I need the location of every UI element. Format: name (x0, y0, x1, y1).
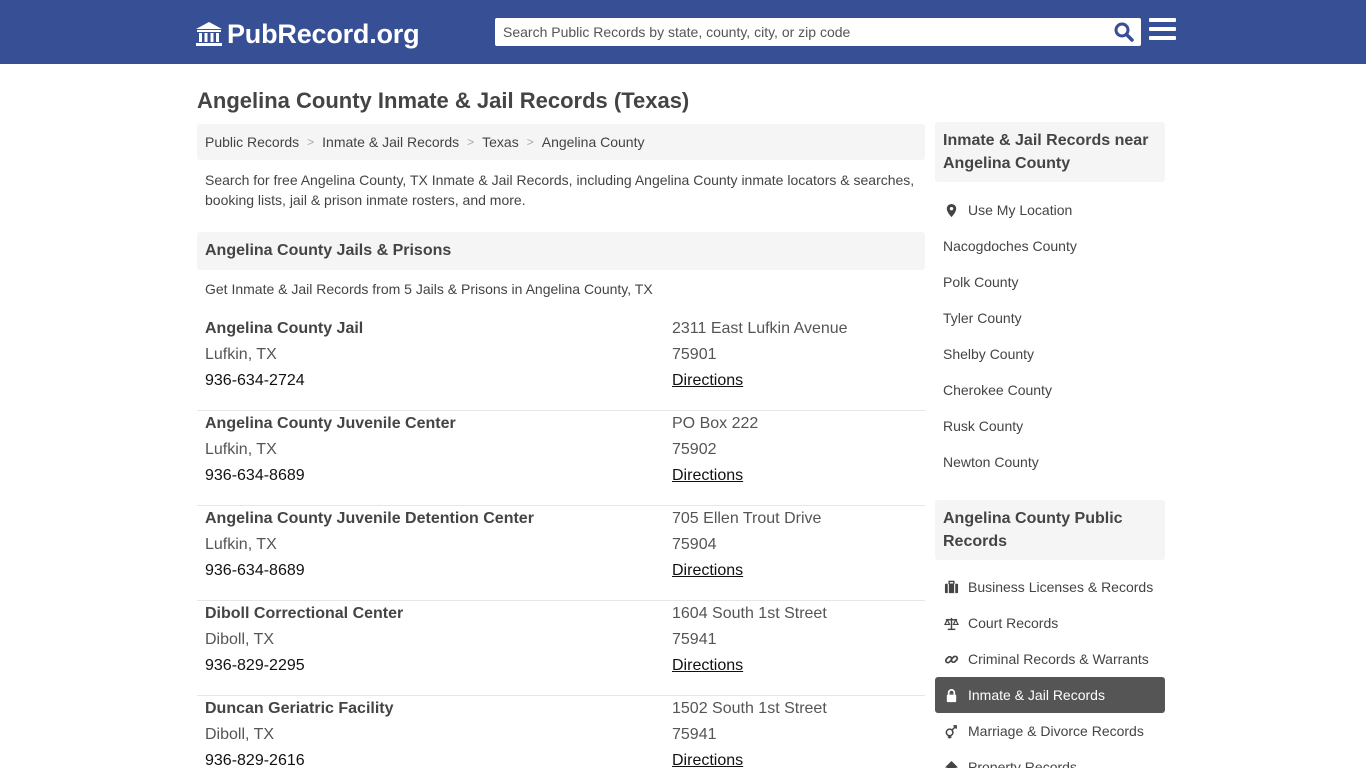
facility-name: Duncan Geriatric Facility (205, 700, 394, 717)
lock-icon (943, 687, 960, 704)
sidebar-item-marriage-divorce[interactable]: Marriage & Divorce Records (935, 713, 1165, 749)
home-icon (943, 759, 960, 768)
sidebar-item-label: Business Licenses & Records (968, 579, 1154, 595)
directions-link[interactable]: Directions (672, 562, 743, 579)
briefcase-icon (943, 579, 960, 596)
section-subtitle: Get Inmate & Jail Records from 5 Jails &… (205, 281, 653, 297)
facility-item: Angelina County Juvenile Detention Cente… (197, 506, 925, 601)
search-input[interactable] (495, 19, 1107, 45)
facility-item: Duncan Geriatric Facility Diboll, TX 936… (197, 696, 925, 768)
facility-name: Angelina County Juvenile Detention Cente… (205, 510, 534, 527)
map-marker-icon (943, 202, 960, 219)
sidebar-item-label: Inmate & Jail Records (968, 687, 1105, 703)
sidebar-item-label: Court Records (968, 615, 1059, 631)
courthouse-icon (196, 22, 222, 46)
directions-link[interactable]: Directions (672, 372, 743, 389)
facility-item: Angelina County Jail Lufkin, TX 936-634-… (197, 316, 925, 411)
use-my-location-button[interactable]: Use My Location (935, 192, 1165, 228)
facility-city: Diboll, TX (205, 726, 275, 743)
facility-address: PO Box 222 (672, 415, 759, 432)
sidebar-item-criminal-records[interactable]: Criminal Records & Warrants (935, 641, 1165, 677)
nearby-county-link[interactable]: Rusk County (935, 408, 1165, 444)
facility-item: Angelina County Juvenile Center Lufkin, … (197, 411, 925, 506)
facility-item: Diboll Correctional Center Diboll, TX 93… (197, 601, 925, 696)
sidebar-item-business-licenses[interactable]: Business Licenses & Records (935, 569, 1165, 605)
hamburger-menu-icon[interactable] (1149, 18, 1176, 42)
sidebar-item-label: Criminal Records & Warrants (968, 651, 1149, 667)
directions-link[interactable]: Directions (672, 467, 743, 484)
facility-phone[interactable]: 936-634-8689 (205, 463, 456, 489)
facility-address: 705 Ellen Trout Drive (672, 510, 822, 527)
nearby-county-link[interactable]: Cherokee County (935, 372, 1165, 408)
sidebar-item-label: Marriage & Divorce Records (968, 723, 1144, 739)
nearby-county-link[interactable]: Shelby County (935, 336, 1165, 372)
sidebar-nearby-title: Inmate & Jail Records near Angelina Coun… (935, 122, 1165, 182)
facility-phone[interactable]: 936-634-2724 (205, 368, 363, 394)
directions-link[interactable]: Directions (672, 657, 743, 674)
nearby-county-link[interactable]: Newton County (935, 444, 1165, 480)
facility-zip: 75941 (672, 726, 717, 743)
sidebar-item-inmate-jail-records[interactable]: Inmate & Jail Records (935, 677, 1165, 713)
intro-text: Search for free Angelina County, TX Inma… (205, 172, 915, 208)
use-my-location-label: Use My Location (968, 202, 1073, 218)
sidebar-item-property-records[interactable]: Property Records (935, 749, 1165, 768)
search-icon (1114, 22, 1134, 42)
nearby-county-link[interactable]: Tyler County (935, 300, 1165, 336)
facility-zip: 75941 (672, 631, 717, 648)
breadcrumb-texas[interactable]: Texas (482, 134, 519, 150)
facility-name: Angelina County Jail (205, 320, 364, 337)
facility-name: Angelina County Juvenile Center (205, 415, 456, 432)
link-icon (943, 651, 960, 668)
nearby-county-link[interactable]: Polk County (935, 264, 1165, 300)
facility-city: Lufkin, TX (205, 346, 277, 363)
facility-city: Lufkin, TX (205, 536, 277, 553)
logo-text: PubRecord.org (227, 18, 420, 49)
facility-phone[interactable]: 936-829-2616 (205, 748, 394, 768)
facility-address: 1502 South 1st Street (672, 700, 827, 717)
facility-name: Diboll Correctional Center (205, 605, 404, 622)
facility-zip: 75901 (672, 346, 717, 363)
search-button[interactable] (1107, 18, 1141, 46)
directions-link[interactable]: Directions (672, 752, 743, 768)
facility-zip: 75902 (672, 441, 717, 458)
breadcrumb-separator: > (467, 135, 475, 149)
gender-icon (943, 723, 960, 740)
facility-phone[interactable]: 936-829-2295 (205, 653, 403, 679)
sidebar-item-label: Property Records (968, 759, 1077, 768)
facility-zip: 75904 (672, 536, 717, 553)
search-bar (495, 18, 1141, 46)
facility-phone[interactable]: 936-634-8689 (205, 558, 534, 584)
breadcrumb-public-records[interactable]: Public Records (205, 134, 299, 150)
site-header: PubRecord.org (0, 0, 1366, 64)
breadcrumb: Public Records > Inmate & Jail Records >… (197, 124, 925, 160)
nearby-county-link[interactable]: Nacogdoches County (935, 228, 1165, 264)
breadcrumb-inmate-jail-records[interactable]: Inmate & Jail Records (322, 134, 459, 150)
facility-address: 1604 South 1st Street (672, 605, 827, 622)
facility-city: Lufkin, TX (205, 441, 277, 458)
page-title: Angelina County Inmate & Jail Records (T… (197, 88, 690, 113)
breadcrumb-separator: > (526, 135, 534, 149)
section-title: Angelina County Jails & Prisons (197, 232, 925, 270)
scales-icon (943, 615, 960, 632)
facility-city: Diboll, TX (205, 631, 275, 648)
breadcrumb-angelina-county[interactable]: Angelina County (542, 134, 645, 150)
sidebar-public-records-title: Angelina County Public Records (935, 500, 1165, 560)
breadcrumb-separator: > (307, 135, 315, 149)
site-logo[interactable]: PubRecord.org (195, 18, 420, 50)
facility-address: 2311 East Lufkin Avenue (672, 320, 848, 337)
sidebar-item-court-records[interactable]: Court Records (935, 605, 1165, 641)
